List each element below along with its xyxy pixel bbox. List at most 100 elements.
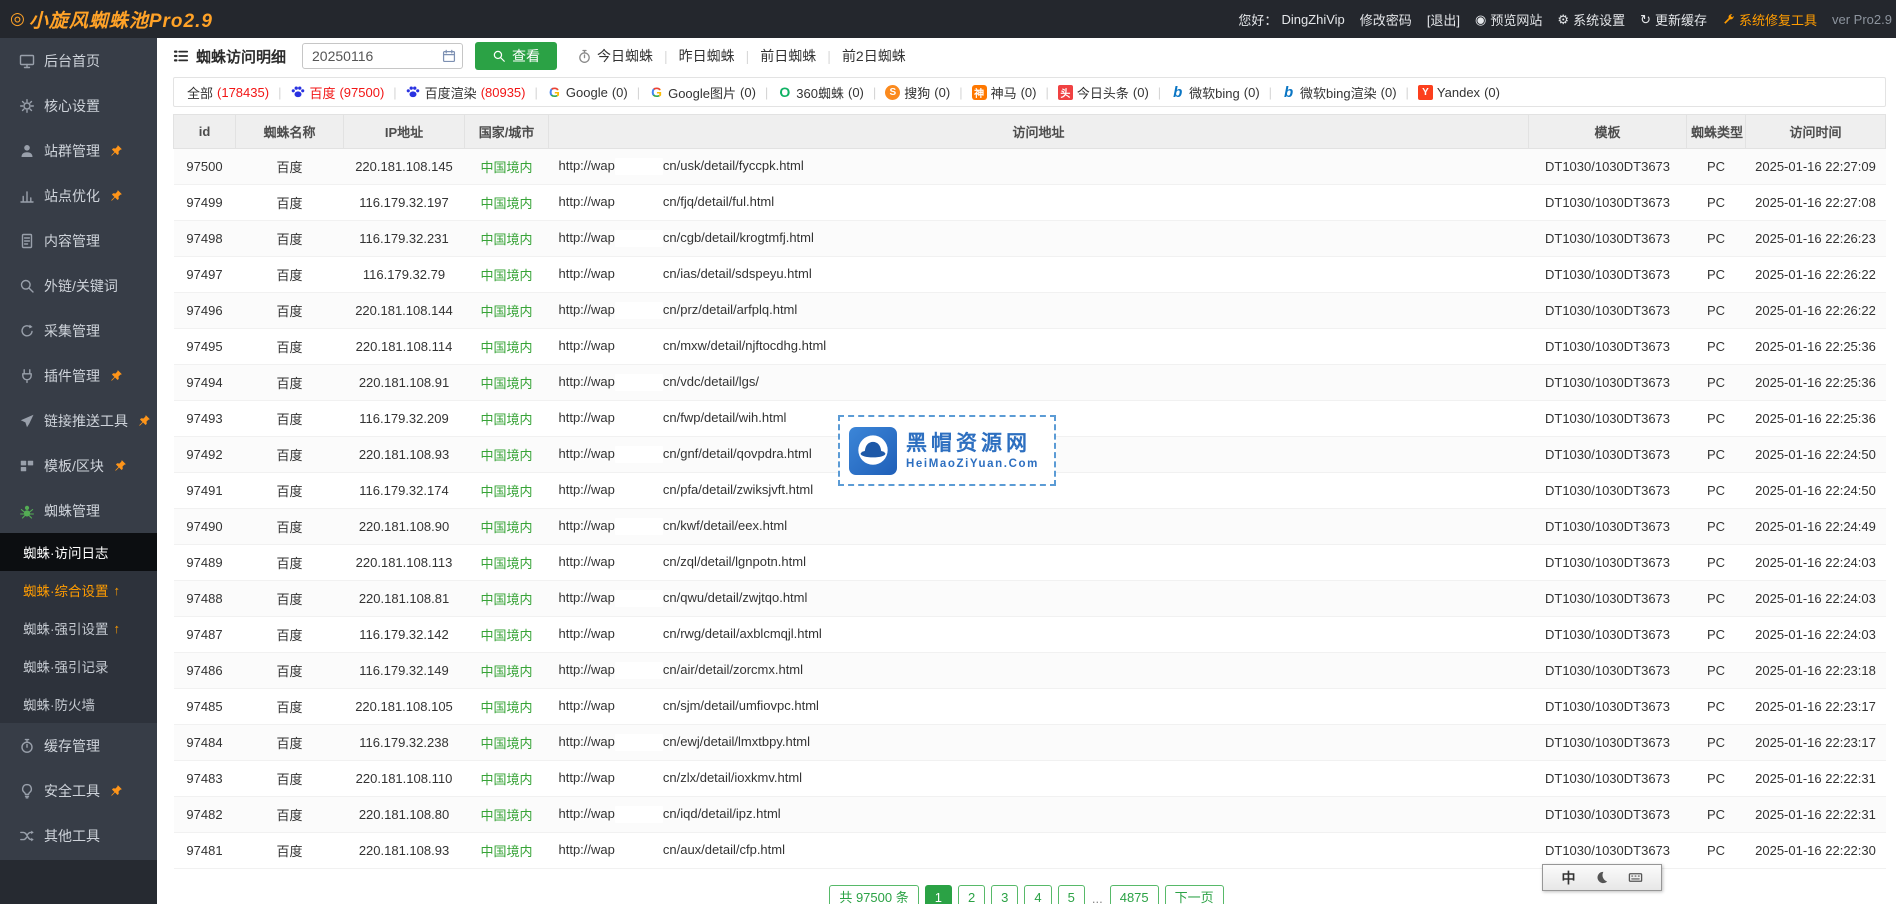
sidebar-subitem-1[interactable]: 蜘蛛·综合设置↑ bbox=[0, 571, 157, 609]
page-button-1[interactable]: 1 bbox=[925, 885, 952, 904]
filter-google-3[interactable]: GGoogle(0) bbox=[547, 85, 628, 100]
url-suffix: cn/qwu/detail/zwjtqo.html bbox=[663, 590, 808, 605]
quick-link-2[interactable]: 前日蜘蛛 bbox=[760, 46, 816, 66]
url-prefix: http://wap bbox=[559, 698, 615, 713]
sidebar-item-stopwatch[interactable]: 缓存管理 bbox=[0, 723, 157, 768]
system-settings-link[interactable]: ⚙ 系统设置 bbox=[1557, 10, 1625, 29]
filter-google-4[interactable]: GGoogle图片(0) bbox=[649, 83, 756, 102]
quick-link-3[interactable]: 前2日蜘蛛 bbox=[842, 46, 906, 66]
filter-sogou-6[interactable]: S搜狗(0) bbox=[885, 83, 950, 102]
table-row: 97486百度116.179.32.149中国境内http://wapcn/ai… bbox=[174, 653, 1886, 689]
url-prefix: http://wap bbox=[559, 230, 615, 245]
column-header-6: 蜘蛛类型 bbox=[1687, 115, 1746, 149]
user-icon bbox=[19, 143, 35, 159]
sidebar-item-sync[interactable]: 采集管理 bbox=[0, 308, 157, 353]
cell-spider-name: 百度 bbox=[236, 617, 344, 653]
sidebar-item-gear[interactable]: 核心设置 bbox=[0, 83, 157, 128]
sidebar-item-search[interactable]: 外链/关键词 bbox=[0, 263, 157, 308]
page-button-2[interactable]: 2 bbox=[958, 885, 985, 904]
ime-keyboard-icon[interactable] bbox=[1628, 870, 1643, 885]
filter-yandex-11[interactable]: YYandex(0) bbox=[1418, 85, 1500, 100]
sidebar-item-plug[interactable]: 插件管理 bbox=[0, 353, 157, 398]
cell-visit-url: http://wapcn/fjq/detail/ful.html bbox=[549, 185, 1529, 221]
quick-link-label: 昨日蜘蛛 bbox=[679, 46, 735, 66]
ime-language-toggle[interactable]: 中 bbox=[1562, 868, 1576, 888]
cell-visit-time: 2025-01-16 22:22:30 bbox=[1746, 833, 1886, 869]
sidebar-subitem-3[interactable]: 蜘蛛·强引记录 bbox=[0, 647, 157, 685]
cell-id: 97486 bbox=[174, 653, 236, 689]
sidebar-subitem-2[interactable]: 蜘蛛·强引设置↑ bbox=[0, 609, 157, 647]
sidebar-item-user[interactable]: 站群管理 bbox=[0, 128, 157, 173]
sidebar-item-chart[interactable]: 站点优化 bbox=[0, 173, 157, 218]
cell-visit-time: 2025-01-16 22:24:50 bbox=[1746, 437, 1886, 473]
page-button-5[interactable]: 5 bbox=[1058, 885, 1085, 904]
separator: | bbox=[873, 85, 876, 100]
page-button-3[interactable]: 3 bbox=[991, 885, 1018, 904]
page-button-4[interactable]: 4 bbox=[1024, 885, 1051, 904]
change-password-link[interactable]: 修改密码 bbox=[1360, 10, 1412, 29]
sidebar-item-doc[interactable]: 内容管理 bbox=[0, 218, 157, 263]
ime-bar[interactable]: 中 bbox=[1542, 864, 1662, 891]
cell-id: 97487 bbox=[174, 617, 236, 653]
cell-region: 中国境内 bbox=[465, 833, 549, 869]
filter-bing-9[interactable]: b微软bing(0) bbox=[1170, 83, 1259, 102]
filter-bing-10[interactable]: b微软bing渲染(0) bbox=[1281, 83, 1396, 102]
next-page-button[interactable]: 下一页 bbox=[1165, 885, 1224, 904]
cell-id: 97488 bbox=[174, 581, 236, 617]
cell-ip: 220.181.108.91 bbox=[344, 365, 465, 401]
sidebar-item-send[interactable]: 链接推送工具 bbox=[0, 398, 157, 443]
url-prefix: http://wap bbox=[559, 374, 615, 389]
url-suffix: cn/fwp/detail/wih.html bbox=[663, 410, 787, 425]
cell-region: 中国境内 bbox=[465, 617, 549, 653]
separator: | bbox=[959, 85, 962, 100]
calendar-icon[interactable] bbox=[442, 49, 456, 63]
sidebar-subitem-4[interactable]: 蜘蛛·防火墙 bbox=[0, 685, 157, 723]
filter-shenma-7[interactable]: 神神马(0) bbox=[972, 83, 1037, 102]
yandex-icon: Y bbox=[1418, 85, 1433, 100]
sidebar-subitem-0[interactable]: 蜘蛛·访问日志 bbox=[0, 533, 157, 571]
cell-id: 97498 bbox=[174, 221, 236, 257]
cell-id: 97483 bbox=[174, 761, 236, 797]
baidu-paw-icon bbox=[406, 85, 421, 100]
logout-link[interactable]: [退出] bbox=[1427, 10, 1460, 29]
ime-halfwidth-moon-icon[interactable] bbox=[1594, 870, 1609, 885]
quick-link-1[interactable]: 昨日蜘蛛 bbox=[679, 46, 735, 66]
quick-link-0[interactable]: 今日蜘蛛 bbox=[577, 46, 653, 66]
filter-label: Yandex bbox=[1437, 85, 1480, 100]
url-suffix: cn/cgb/detail/krogtmfj.html bbox=[663, 230, 814, 245]
cell-spider-name: 百度 bbox=[236, 293, 344, 329]
filter-label: 搜狗 bbox=[904, 83, 930, 102]
view-button[interactable]: 查看 bbox=[475, 42, 557, 70]
sidebar-item-grid[interactable]: 模板/区块 bbox=[0, 443, 157, 488]
sidebar-item-shuffle[interactable]: 其他工具 bbox=[0, 813, 157, 858]
filter-all-0[interactable]: 全部(178435) bbox=[187, 83, 269, 102]
cell-spider-type: PC bbox=[1687, 725, 1746, 761]
date-input[interactable] bbox=[302, 43, 463, 69]
cell-visit-url: http://wapcn/kwf/detail/eex.html bbox=[549, 509, 1529, 545]
preview-site-link[interactable]: ◉ 预览网站 bbox=[1475, 10, 1542, 29]
censored-domain-block bbox=[615, 698, 663, 715]
cell-spider-type: PC bbox=[1687, 401, 1746, 437]
360-icon: O bbox=[777, 85, 792, 100]
sidebar-item-spider[interactable]: 蜘蛛管理 bbox=[0, 488, 157, 533]
filter-toutiao-8[interactable]: 头今日头条(0) bbox=[1058, 83, 1149, 102]
pin-icon bbox=[110, 144, 123, 157]
filter-baidu-1[interactable]: 百度(97500) bbox=[290, 83, 384, 102]
separator: | bbox=[664, 48, 668, 64]
filter-count: (178435) bbox=[217, 85, 269, 100]
url-prefix: http://wap bbox=[559, 158, 615, 173]
sidebar-subitem-label: 蜘蛛·强引记录 bbox=[23, 656, 109, 676]
sidebar-item-monitor[interactable]: 后台首页 bbox=[0, 38, 157, 83]
filter-label: Google图片 bbox=[668, 83, 736, 102]
filter-360-5[interactable]: O360蜘蛛(0) bbox=[777, 83, 864, 102]
repair-tool-link[interactable]: 系统修复工具 bbox=[1722, 10, 1817, 29]
sidebar-item-bulb[interactable]: 安全工具 bbox=[0, 768, 157, 813]
cell-visit-url: http://wapcn/mxw/detail/njftocdhg.html bbox=[549, 329, 1529, 365]
last-page-button[interactable]: 4875 bbox=[1110, 885, 1159, 904]
wrench-icon bbox=[1722, 13, 1735, 26]
cell-spider-name: 百度 bbox=[236, 509, 344, 545]
filter-baidu-2[interactable]: 百度渲染(80935) bbox=[406, 83, 526, 102]
update-cache-link[interactable]: ↻ 更新缓存 bbox=[1640, 10, 1707, 29]
url-prefix: http://wap bbox=[559, 662, 615, 677]
system-settings-label: 系统设置 bbox=[1573, 10, 1625, 29]
